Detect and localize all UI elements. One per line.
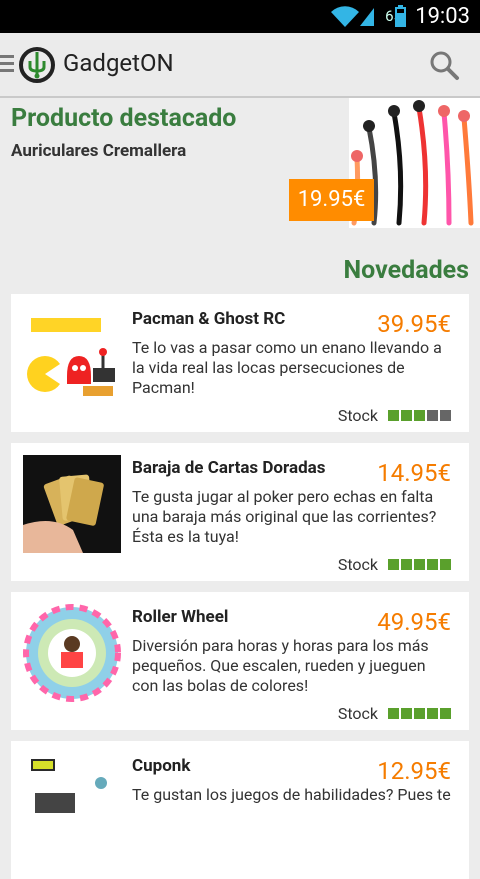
clock: 19:03	[415, 4, 470, 29]
product-description: Te lo vas a pasar como un enano llevando…	[132, 338, 442, 397]
product-card[interactable]: Baraja de Cartas Doradas 14.95€ Te gusta…	[11, 443, 469, 581]
product-description: Te gustan los juegos de habilidades? Pue…	[132, 785, 451, 804]
product-thumbnail-cards	[23, 455, 121, 553]
stock-segment	[427, 410, 438, 421]
product-card[interactable]: Pacman & Ghost RC 39.95€ Te lo vas a pas…	[11, 294, 469, 432]
product-card[interactable]: Roller Wheel 49.95€ Diversión para horas…	[11, 592, 469, 730]
product-thumbnail-roller-wheel	[23, 604, 121, 702]
app-title: GadgetON	[63, 49, 174, 77]
product-price: 12.95€	[377, 757, 451, 785]
stock-label: Stock	[337, 406, 378, 425]
stock-indicator: Stock	[338, 704, 451, 723]
action-bar: GadgetON	[0, 33, 480, 98]
stock-segment	[440, 559, 451, 570]
stock-segment	[440, 410, 451, 421]
status-bar: 65 19:03	[0, 0, 480, 33]
stock-segment	[414, 559, 425, 570]
gadgeton-logo-icon[interactable]	[18, 46, 56, 84]
stock-segment	[401, 559, 412, 570]
product-title: Baraja de Cartas Doradas	[132, 458, 326, 478]
section-title-novedades: Novedades	[343, 256, 469, 285]
signal-icon	[360, 8, 374, 26]
stock-indicator: Stock	[338, 555, 451, 574]
stock-segment	[388, 708, 399, 719]
stock-segment	[427, 708, 438, 719]
stock-segment	[388, 410, 399, 421]
wifi-icon	[331, 6, 359, 27]
search-icon[interactable]	[428, 49, 460, 81]
stock-segment	[414, 410, 425, 421]
product-thumbnail-cuponk	[23, 753, 121, 851]
stock-segment	[388, 559, 399, 570]
battery-icon	[395, 7, 406, 27]
stock-label: Stock	[337, 555, 378, 574]
stock-segment	[427, 559, 438, 570]
stock-segment	[414, 708, 425, 719]
stock-label: Stock	[337, 704, 378, 723]
product-price: 39.95€	[377, 310, 451, 338]
stock-segment	[401, 410, 412, 421]
featured-kicker: Producto destacado	[11, 104, 237, 133]
featured-product[interactable]: Producto destacado Auriculares Cremaller…	[0, 98, 480, 228]
product-title: Pacman & Ghost RC	[132, 309, 286, 329]
product-thumbnail-pacman	[23, 306, 121, 404]
featured-price: 19.95€	[289, 179, 374, 221]
product-price: 14.95€	[377, 459, 451, 487]
product-title: Cuponk	[132, 756, 191, 776]
stock-segment	[401, 708, 412, 719]
product-title: Roller Wheel	[132, 607, 229, 627]
product-description: Diversión para horas y horas para los má…	[132, 636, 429, 695]
product-description: Te gusta jugar al poker pero echas en fa…	[132, 487, 437, 546]
hamburger-icon[interactable]	[0, 55, 14, 76]
stock-indicator: Stock	[338, 406, 451, 425]
product-card[interactable]: Cuponk 12.95€ Te gustan los juegos de ha…	[11, 741, 469, 879]
product-price: 49.95€	[377, 608, 451, 636]
featured-product-name: Auriculares Cremallera	[11, 141, 187, 161]
stock-segment	[440, 708, 451, 719]
